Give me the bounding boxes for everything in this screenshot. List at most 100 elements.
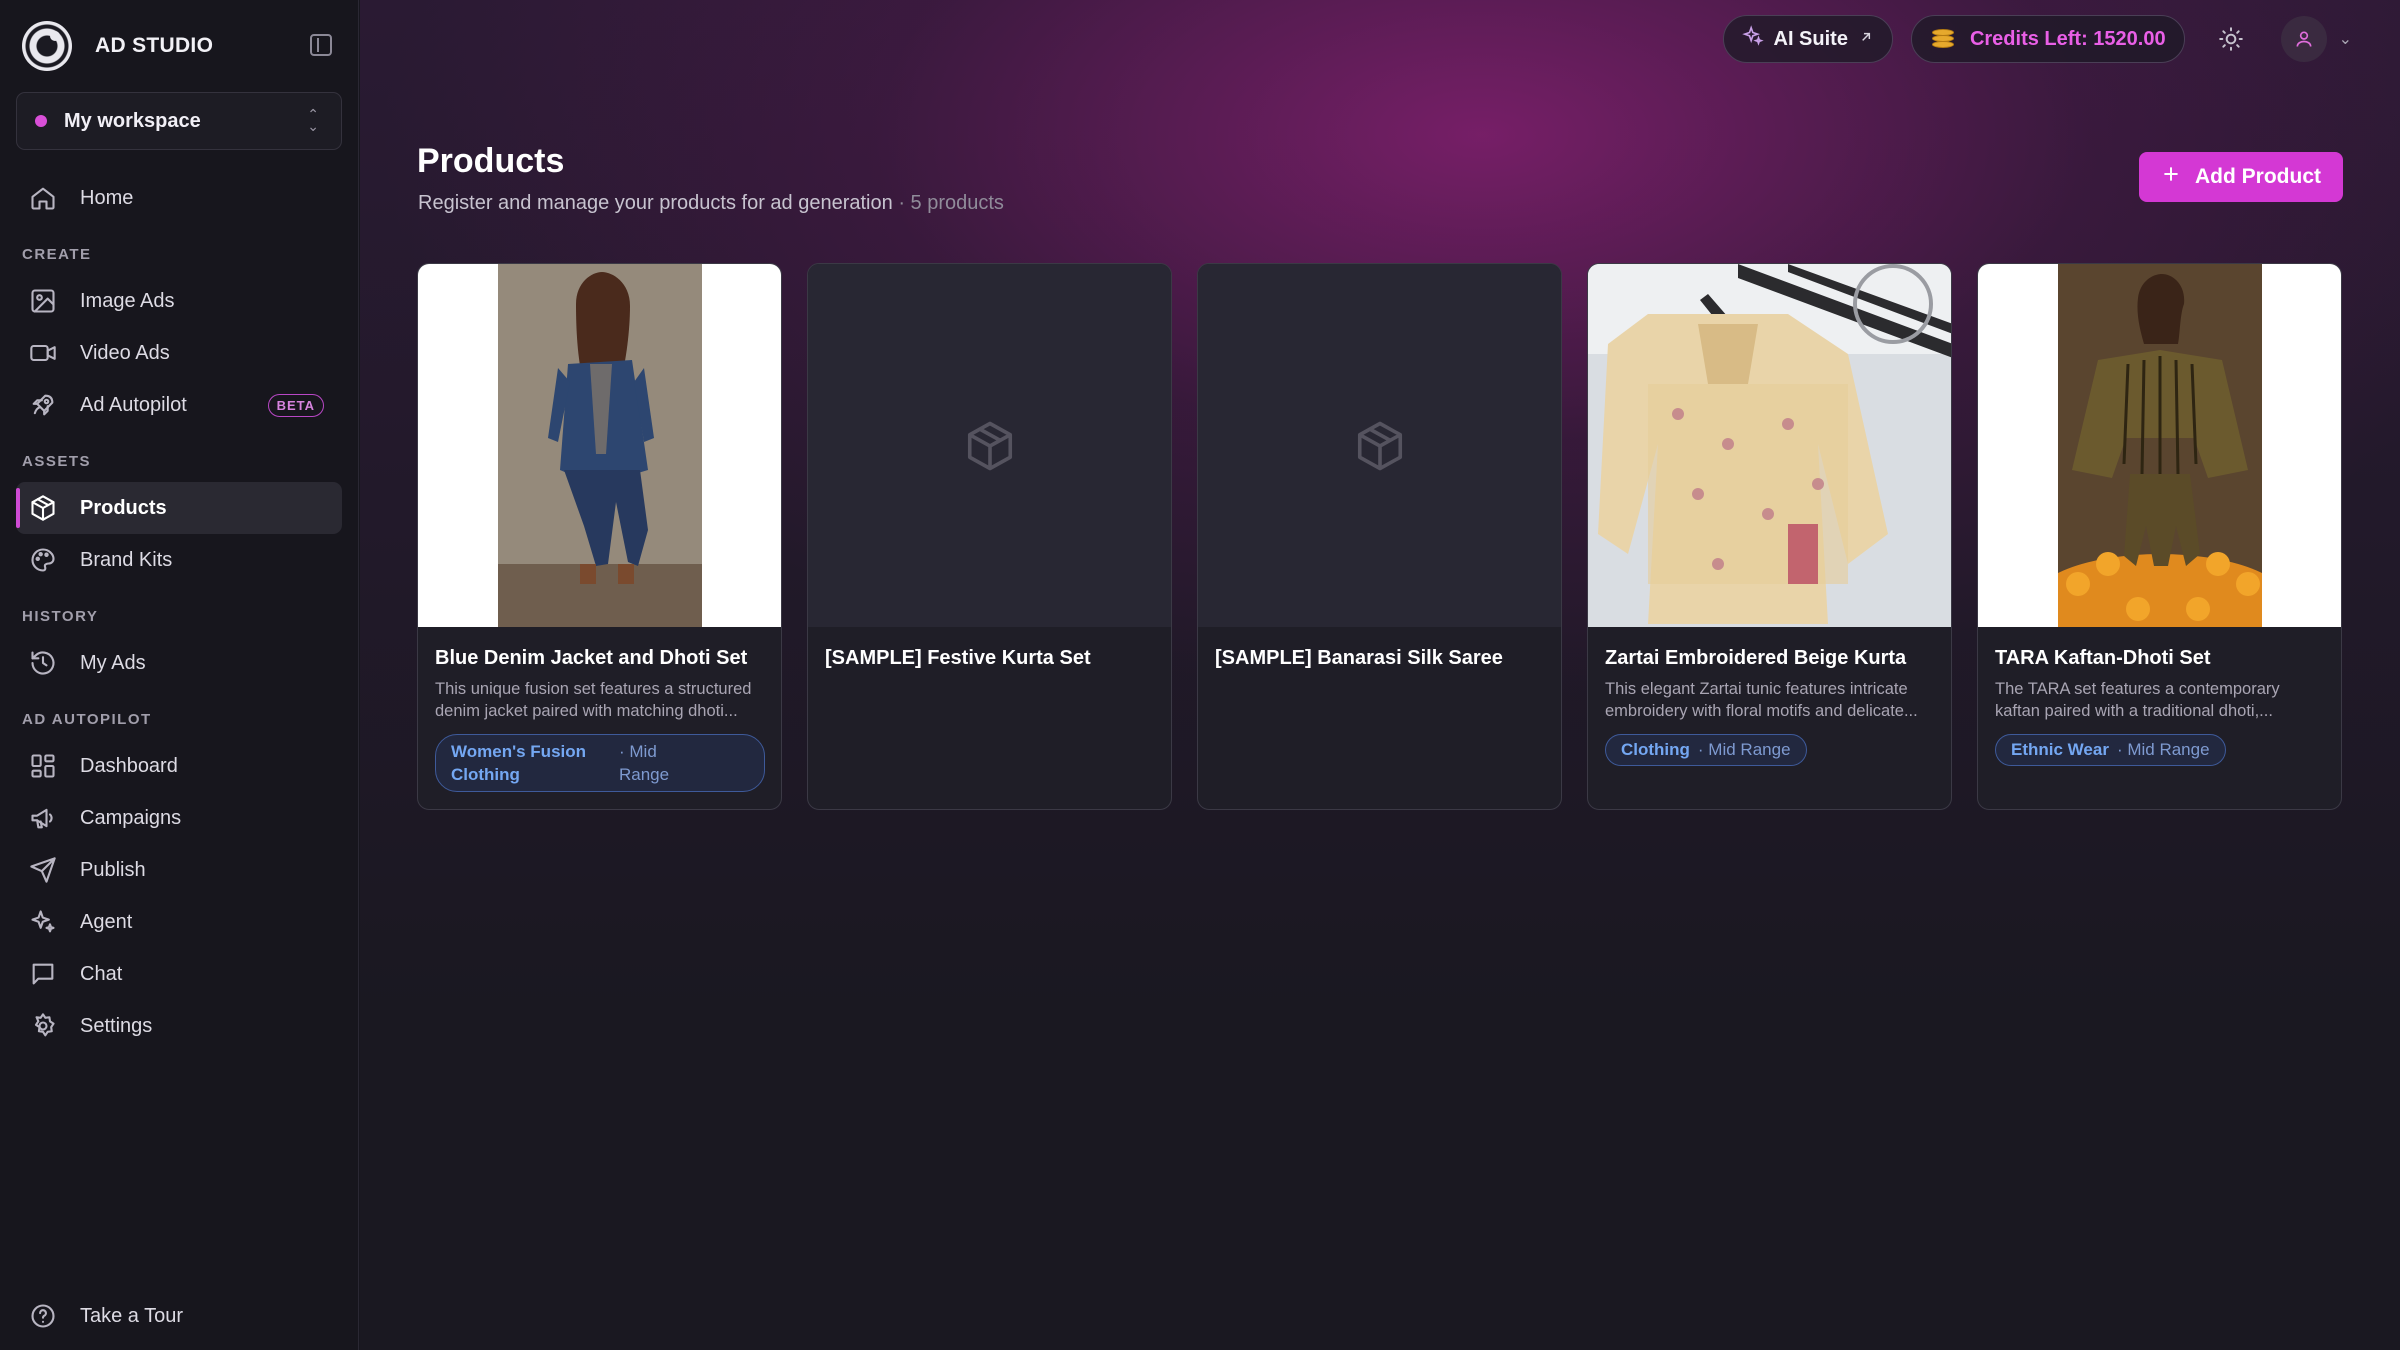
nav-section-assets: ASSETS — [22, 453, 92, 470]
sidebar-item-settings[interactable]: Settings — [16, 1000, 342, 1052]
video-icon — [28, 338, 58, 368]
product-title: [SAMPLE] Banarasi Silk Saree — [1215, 647, 1503, 669]
product-price-range: · Mid Range — [2116, 740, 2210, 759]
app-name: AD STUDIO — [95, 34, 214, 57]
product-tag: Clothing · Mid Range — [1605, 734, 1807, 766]
product-card-body: Blue Denim Jacket and Dhoti Set This uni… — [418, 627, 781, 792]
ai-suite-button[interactable]: AI Suite — [1722, 15, 1893, 63]
product-card[interactable]: [SAMPLE] Banarasi Silk Saree — [1197, 263, 1562, 810]
coins-icon — [1930, 28, 1956, 50]
send-icon — [28, 855, 58, 885]
box-icon — [28, 493, 58, 523]
top-bar: AI Suite Credits Left: 1520.00 ⌄ — [1722, 15, 2352, 63]
image-icon — [28, 286, 58, 316]
sidebar-item-label: Products — [80, 496, 167, 519]
product-card[interactable]: TARA Kaftan-Dhoti Set The TARA set featu… — [1977, 263, 2342, 810]
sidebar-item-label: Video Ads — [80, 341, 170, 364]
sidebar-item-label: Home — [80, 186, 134, 209]
ai-suite-label: AI Suite — [1773, 27, 1848, 50]
sidebar-item-chat[interactable]: Chat — [16, 948, 342, 1000]
product-card[interactable]: Blue Denim Jacket and Dhoti Set This uni… — [417, 263, 782, 810]
product-price-range: · Mid Range — [1697, 740, 1791, 759]
sidebar-item-products[interactable]: Products — [16, 482, 342, 534]
chevron-down-icon[interactable]: ⌄ — [2339, 29, 2352, 49]
product-title: Blue Denim Jacket and Dhoti Set — [435, 647, 748, 669]
chat-icon — [28, 959, 58, 989]
product-photo-beige-kurta — [1588, 264, 1951, 627]
history-icon — [28, 648, 58, 678]
credits-label: Credits Left: 1520.00 — [1969, 27, 2166, 50]
page-subtitle: Register and manage your products for ad… — [418, 192, 1004, 215]
sidebar-item-agent[interactable]: Agent — [16, 896, 342, 948]
sidebar-item-my-ads[interactable]: My Ads — [16, 637, 342, 689]
workspace-name: My workspace — [64, 109, 201, 132]
sidebar-item-label: Ad Autopilot — [80, 393, 187, 416]
product-card-body: [SAMPLE] Banarasi Silk Saree — [1198, 627, 1561, 670]
product-tag: Women's Fusion Clothing · Mid Range — [435, 734, 765, 792]
avatar[interactable] — [2280, 16, 2327, 62]
product-image — [1978, 264, 2341, 627]
megaphone-icon — [28, 803, 58, 833]
product-count: · 5 products — [898, 192, 1004, 214]
workspace-selector[interactable]: My workspace ⌃ ⌄ — [16, 92, 342, 150]
sidebar-collapse-icon[interactable] — [310, 34, 332, 56]
page-title: Products — [417, 142, 565, 180]
plus-icon — [2161, 164, 2181, 190]
product-description: The TARA set features a contemporary kaf… — [1995, 680, 2280, 720]
sparkles-icon — [1741, 25, 1764, 53]
product-grid: Blue Denim Jacket and Dhoti Set This uni… — [417, 263, 2342, 810]
dashboard-icon — [28, 751, 58, 781]
sidebar-item-brand-kits[interactable]: Brand Kits — [16, 534, 342, 586]
product-image — [1588, 264, 1951, 627]
beta-badge: BETA — [267, 394, 324, 417]
sidebar-item-image-ads[interactable]: Image Ads — [16, 275, 342, 327]
product-tag: Ethnic Wear · Mid Range — [1995, 734, 2226, 766]
product-category: Clothing — [1621, 740, 1690, 759]
sidebar: AD STUDIO My workspace ⌃ ⌄ Home CREATE Im… — [0, 0, 359, 1350]
main-content: AI Suite Credits Left: 1520.00 ⌄ Product… — [360, 0, 2400, 1350]
sidebar-item-campaigns[interactable]: Campaigns — [16, 792, 342, 844]
sidebar-item-publish[interactable]: Publish — [16, 844, 342, 896]
product-image-placeholder — [1198, 264, 1561, 627]
add-product-button[interactable]: Add Product — [2139, 152, 2343, 202]
help-circle-icon — [28, 1301, 58, 1331]
product-title: Zartai Embroidered Beige Kurta — [1605, 647, 1907, 669]
sidebar-item-video-ads[interactable]: Video Ads — [16, 327, 342, 379]
home-icon — [28, 183, 58, 213]
gear-icon — [28, 1011, 58, 1041]
take-a-tour-button[interactable]: Take a Tour — [16, 1290, 343, 1342]
credits-badge[interactable]: Credits Left: 1520.00 — [1910, 15, 2185, 63]
logo-icon[interactable] — [22, 21, 72, 71]
product-price-range: · Mid Range — [619, 742, 670, 784]
product-card-body: TARA Kaftan-Dhoti Set The TARA set featu… — [1978, 627, 2341, 766]
product-card-body: [SAMPLE] Festive Kurta Set — [808, 627, 1171, 670]
product-title: [SAMPLE] Festive Kurta Set — [825, 647, 1091, 669]
product-title: TARA Kaftan-Dhoti Set — [1995, 647, 2211, 669]
product-card[interactable]: [SAMPLE] Festive Kurta Set — [807, 263, 1172, 810]
box-placeholder-icon — [1357, 421, 1402, 470]
page-subtitle-text: Register and manage your products for ad… — [418, 192, 893, 214]
sidebar-item-home[interactable]: Home — [16, 172, 342, 224]
workspace-color-dot — [35, 115, 47, 127]
sidebar-item-label: Settings — [80, 1014, 153, 1037]
box-placeholder-icon — [967, 421, 1012, 470]
product-category: Women's Fusion Clothing — [451, 742, 587, 784]
sidebar-item-label: Publish — [80, 858, 146, 881]
product-description: This unique fusion set features a struct… — [435, 680, 752, 720]
sidebar-item-label: Chat — [80, 962, 123, 985]
chevron-up-down-icon: ⌃ ⌄ — [307, 106, 319, 134]
sidebar-item-dashboard[interactable]: Dashboard — [16, 740, 342, 792]
theme-toggle-sun-icon[interactable] — [2211, 19, 2251, 59]
sidebar-item-label: My Ads — [80, 651, 146, 674]
sidebar-item-label: Brand Kits — [80, 548, 173, 571]
product-description: This elegant Zartai tunic features intri… — [1605, 680, 1918, 720]
product-card[interactable]: Zartai Embroidered Beige Kurta This eleg… — [1587, 263, 1952, 810]
sidebar-item-label: Image Ads — [80, 289, 175, 312]
product-image — [418, 264, 781, 627]
sidebar-item-label: Dashboard — [80, 754, 178, 777]
nav-section-history: HISTORY — [22, 608, 99, 625]
nav-section-ad-autopilot: AD AUTOPILOT — [22, 711, 152, 728]
sidebar-item-ad-autopilot[interactable]: Ad Autopilot BETA — [16, 379, 342, 431]
nav-section-create: CREATE — [22, 246, 92, 263]
product-card-body: Zartai Embroidered Beige Kurta This eleg… — [1588, 627, 1951, 766]
